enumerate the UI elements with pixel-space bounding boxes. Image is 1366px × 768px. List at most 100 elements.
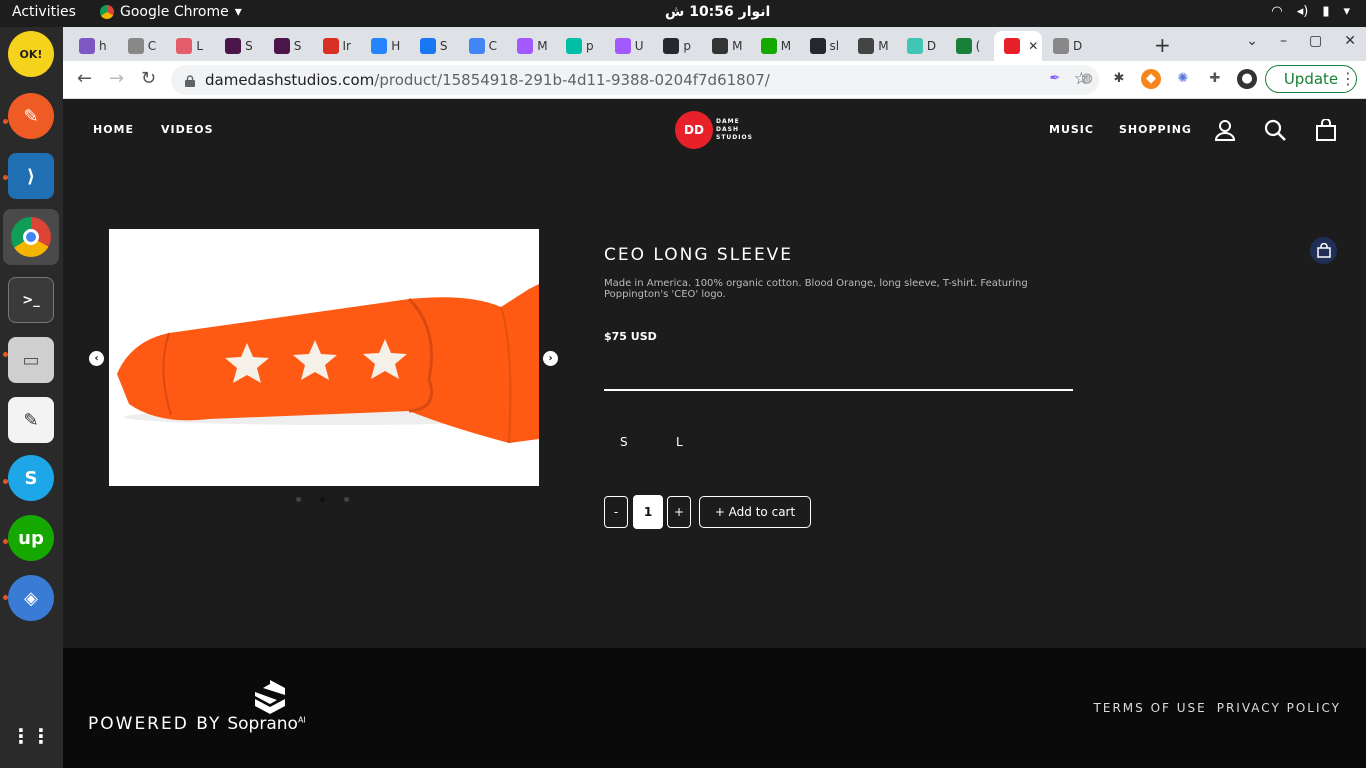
new-tab-button[interactable]: + [1154, 33, 1171, 57]
nav-music[interactable]: MUSIC [1049, 123, 1094, 136]
browser-tab[interactable]: M [751, 31, 800, 61]
tab-title: S [439, 39, 448, 53]
tab-strip: h C L S S Ir H S C Mp Up M Msl M D (✕ D + ⌄ – ▢ ✕ [63, 27, 1366, 61]
nav-home[interactable]: HOME [93, 123, 134, 136]
browser-tab[interactable]: M [507, 31, 556, 61]
terms-of-use-link[interactable]: TERMS OF USE [1094, 701, 1207, 715]
running-indicator [3, 119, 8, 124]
browser-tab[interactable]: S [215, 31, 264, 61]
footer-links: TERMS OF USE PRIVACY POLICY [1094, 701, 1341, 715]
cloud-app-icon[interactable]: ◈ [8, 575, 54, 621]
carousel-dot[interactable] [320, 497, 325, 502]
tab-title: Ir [342, 39, 351, 53]
size-option-s[interactable]: S [620, 435, 628, 449]
site-footer: POWERED BY SopranoAI TERMS OF USE PRIVAC… [63, 648, 1366, 768]
shopping-bag-icon[interactable] [1315, 118, 1337, 145]
browser-tab[interactable]: L [166, 31, 215, 61]
back-button[interactable]: ← [77, 68, 92, 89]
chrome-icon [100, 5, 114, 19]
browser-tab[interactable]: C [118, 31, 167, 61]
browser-tab[interactable]: S [264, 31, 313, 61]
vscode-icon[interactable]: ⟩ [8, 153, 54, 199]
site-logo[interactable]: DD DAME DASH STUDIOS [675, 111, 753, 149]
wifi-icon: ◠ [1271, 4, 1283, 19]
logo-wordmark: DAME DASH STUDIOS [716, 118, 753, 141]
carousel-dot[interactable] [296, 497, 301, 502]
forward-button[interactable]: → [109, 68, 124, 89]
chevron-down-icon: ▾ [234, 4, 242, 20]
files-icon[interactable]: ▭ [8, 337, 54, 383]
app-menu[interactable]: Google Chrome ▾ [100, 4, 242, 20]
browser-tab[interactable]: ( [946, 31, 995, 61]
quantity-input[interactable]: 1 [633, 495, 663, 529]
user-icon[interactable] [1214, 119, 1236, 145]
globe-extension-icon[interactable]: ◍ [1077, 69, 1097, 89]
powered-by[interactable]: POWERED BY SopranoAI [88, 714, 306, 734]
search-icon[interactable] [1264, 119, 1286, 145]
browser-tab[interactable]: U [605, 31, 654, 61]
postman-icon[interactable]: ✎ [8, 93, 54, 139]
reload-button[interactable]: ↻ [141, 68, 156, 89]
maximize-icon[interactable]: ▢ [1309, 33, 1322, 49]
nav-videos[interactable]: VIDEOS [161, 123, 214, 136]
kebab-menu-icon[interactable]: ⋮ [1340, 69, 1356, 88]
carousel-dot[interactable] [344, 497, 349, 502]
add-to-cart-button[interactable]: + Add to cart [699, 496, 811, 528]
browser-tab[interactable]: Ir [313, 31, 362, 61]
system-top-bar: Activities Google Chrome ▾ انوار 10:56 ش… [0, 0, 1366, 27]
close-tab-icon[interactable]: ✕ [1028, 39, 1038, 53]
gear-extension-icon[interactable]: ✺ [1173, 69, 1193, 89]
tab-search-icon[interactable]: ⌄ [1246, 33, 1258, 49]
text-editor-icon[interactable]: ✎ [8, 397, 54, 443]
clock-app-icon[interactable]: OK! [8, 31, 54, 77]
carousel-prev-arrow-icon[interactable]: ‹ [89, 351, 104, 366]
browser-tab[interactable]: ✕ [994, 31, 1043, 61]
product-image[interactable] [109, 229, 539, 486]
long-sleeve-shirt-image [109, 229, 539, 486]
skype-icon[interactable]: S [8, 455, 54, 501]
browser-tab[interactable]: sl [800, 31, 849, 61]
nav-shopping[interactable]: SHOPPING [1119, 123, 1192, 136]
bug-extension-icon[interactable]: ✱ [1109, 69, 1129, 89]
browser-tab[interactable]: C [459, 31, 508, 61]
address-bar[interactable]: damedashstudios.com/product/15854918-291… [171, 65, 1099, 95]
metamask-extension-icon[interactable]: ◆ [1141, 69, 1161, 89]
browser-toolbar: ← → ↻ damedashstudios.com/product/158549… [63, 61, 1366, 99]
chrome-logo-icon [11, 217, 51, 257]
system-tray[interactable]: ◠ ◂) ▮ ▾ [1271, 4, 1350, 19]
close-window-icon[interactable]: ✕ [1344, 33, 1356, 49]
tab-favicon-icon [225, 38, 242, 54]
tab-title: p [586, 39, 594, 53]
floating-cart-button[interactable] [1310, 237, 1337, 264]
browser-tab[interactable]: D [897, 31, 946, 61]
puzzle-extensions-icon[interactable]: ✚ [1205, 69, 1225, 89]
logo-mark-icon: DD [675, 111, 713, 149]
show-apps-icon[interactable]: ⋮⋮ [8, 713, 54, 759]
activities-button[interactable]: Activities [12, 4, 76, 20]
terminal-icon[interactable]: >_ [8, 277, 54, 323]
browser-tab[interactable]: p [653, 31, 702, 61]
chrome-dock-icon[interactable] [3, 209, 59, 265]
minimize-icon[interactable]: – [1280, 33, 1287, 49]
quantity-increase-button[interactable]: + [667, 496, 691, 528]
quantity-decrease-button[interactable]: - [604, 496, 628, 528]
privacy-policy-link[interactable]: PRIVACY POLICY [1217, 701, 1341, 715]
tab-title: M [780, 39, 792, 53]
window-controls: ⌄ – ▢ ✕ [1246, 33, 1356, 49]
clock[interactable]: انوار 10:56 ش [665, 4, 770, 20]
browser-tab[interactable]: M [702, 31, 751, 61]
browser-tab[interactable]: h [69, 31, 118, 61]
upwork-icon[interactable]: up [8, 515, 54, 561]
browser-tab[interactable]: p [556, 31, 605, 61]
browser-tab[interactable]: S [410, 31, 459, 61]
size-option-l[interactable]: L [676, 435, 683, 449]
browser-tab[interactable]: M [848, 31, 897, 61]
carousel-next-arrow-icon[interactable]: › [543, 351, 558, 366]
tab-favicon-icon [322, 38, 339, 54]
tab-favicon-icon [858, 38, 875, 54]
quill-extension-icon[interactable]: ✒ [1045, 69, 1065, 89]
browser-tab[interactable]: D [1043, 31, 1092, 61]
tab-favicon-icon [663, 38, 680, 54]
profile-avatar[interactable]: ● [1237, 69, 1257, 89]
browser-tab[interactable]: H [361, 31, 410, 61]
